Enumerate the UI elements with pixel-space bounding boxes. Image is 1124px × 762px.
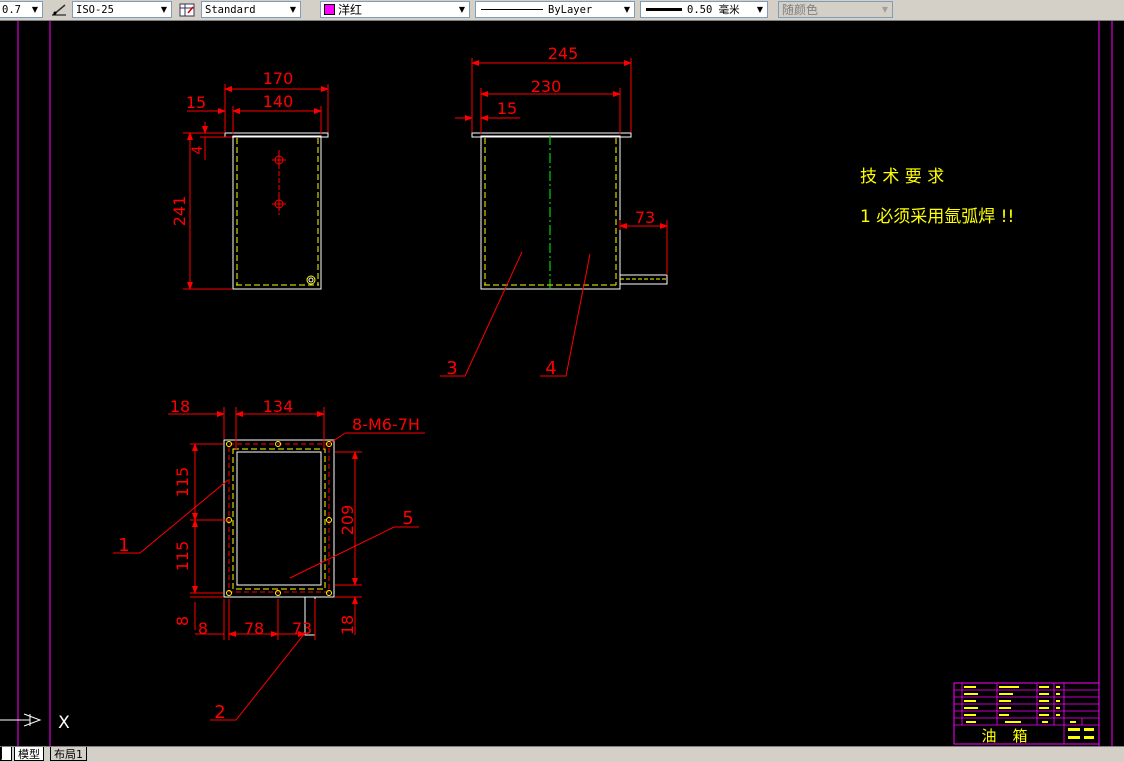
color-swatch-icon [324,4,335,15]
color-value: 洋红 [338,3,363,17]
tablestyle-value: Standard [205,3,256,16]
tablestyle-manager-icon[interactable] [178,1,196,18]
top-view: 18 134 8-M6-7H 115 115 209 8 8 78 73 18 [168,397,425,640]
tab-partial[interactable]: ▏ [0,747,12,761]
dim-209: 209 [338,505,357,536]
part-name-char-2: 箱 [1012,727,1027,745]
top-flange [223,439,335,598]
dim-8-bottom: 8 [198,619,208,638]
chevron-down-icon[interactable]: ▼ [878,2,892,17]
chevron-down-icon[interactable]: ▼ [455,2,469,17]
balloon-5: 5 [402,508,413,529]
notes-line-1: 1 必须采用氩弧焊 !! [860,207,1014,227]
dim-230: 230 [531,77,562,96]
linetype-value: ByLayer [548,3,593,16]
balloon-3: 3 [446,358,457,379]
front-holes [272,150,286,215]
chevron-down-icon[interactable]: ▼ [620,2,634,17]
side-view: 245 230 15 73 [455,44,668,291]
notes-title: 技 术 要 求 [860,167,944,187]
top-opening [236,451,322,586]
title-block: 油 箱 [953,682,1100,745]
dim-4: 4 [190,145,206,154]
dim-hole-spec: 8-M6-7H [352,415,420,434]
balloon-1: 1 [118,535,129,556]
chevron-down-icon[interactable]: ▼ [753,2,767,17]
dimstyle-value: ISO-25 [76,3,114,16]
front-view: 170 140 15 4 241 [170,69,329,290]
linetype-dropdown[interactable]: ByLayer ▼ [475,1,635,18]
tablestyle-dropdown[interactable]: Standard ▼ [201,1,301,18]
chevron-down-icon[interactable]: ▼ [286,2,300,17]
front-body [232,135,322,290]
dim-15-front: 15 [186,93,206,112]
top-dimensions [168,407,425,640]
top-flange-inner [228,443,330,593]
dim-8-left: 8 [173,616,192,626]
bolt-holes [226,441,332,596]
tab-layout1-label: 布局1 [54,747,83,761]
dim-18-right: 18 [338,615,357,635]
drawing-canvas[interactable]: 170 140 15 4 241 245 230 15 73 18 134 8-… [0,21,1124,746]
dim-245: 245 [548,44,579,63]
dim-78: 78 [244,619,264,638]
tab-model[interactable]: 模型 [14,747,44,761]
dim-18-top: 18 [170,397,190,416]
lineweight2-value: 0.50 毫米 [687,4,740,16]
dim-241: 241 [170,196,189,227]
balloon-2: 2 [214,702,225,723]
chevron-down-icon[interactable]: ▼ [157,2,171,17]
title-block-cell-text [964,686,1076,723]
tab-layout1[interactable]: 布局1 [50,747,87,761]
title-block-logo [1068,728,1094,739]
dim-15-side: 15 [497,99,517,118]
dimstyle-dropdown[interactable]: ISO-25 ▼ [72,1,172,18]
plotstyle-value: 随颜色 [782,3,819,17]
dimstyle-manager-icon[interactable] [50,1,68,18]
part-name-char-1: 油 [981,727,996,745]
lineweight2-dropdown[interactable]: 0.50 毫米 ▼ [640,1,768,18]
lineweight-dropdown[interactable]: 0.7 ▼ [0,1,43,18]
properties-toolbar: 0.7 ▼ ISO-25 ▼ Standard ▼ 洋红 ▼ ByLayer ▼… [0,0,1124,21]
dim-170: 170 [263,69,294,88]
linetype-sample-icon [481,9,543,10]
drain-plug-inner [308,277,314,283]
dim-115-lower: 115 [173,541,192,572]
lineweight-value: 0.7 [2,3,21,16]
dim-73-side: 73 [635,208,655,227]
dim-115-upper: 115 [173,467,192,498]
balloon-4: 4 [545,358,556,379]
color-dropdown[interactable]: 洋红 ▼ [320,1,470,18]
ucs-x-label: X [58,713,70,733]
layout-tab-bar: ▏ 模型 布局1 [0,746,1124,762]
chevron-down-icon[interactable]: ▼ [28,2,42,17]
plotstyle-dropdown[interactable]: 随颜色 ▼ [778,1,893,18]
dim-134: 134 [263,397,294,416]
drain-plug [306,275,316,285]
tab-model-label: 模型 [18,747,40,761]
drawing-frame [17,21,1113,746]
lineweight-sample-icon [646,8,682,11]
front-dimensions [183,84,329,290]
ucs-icon [0,713,42,727]
dim-140: 140 [263,92,294,111]
dim-73-top: 73 [292,619,312,638]
